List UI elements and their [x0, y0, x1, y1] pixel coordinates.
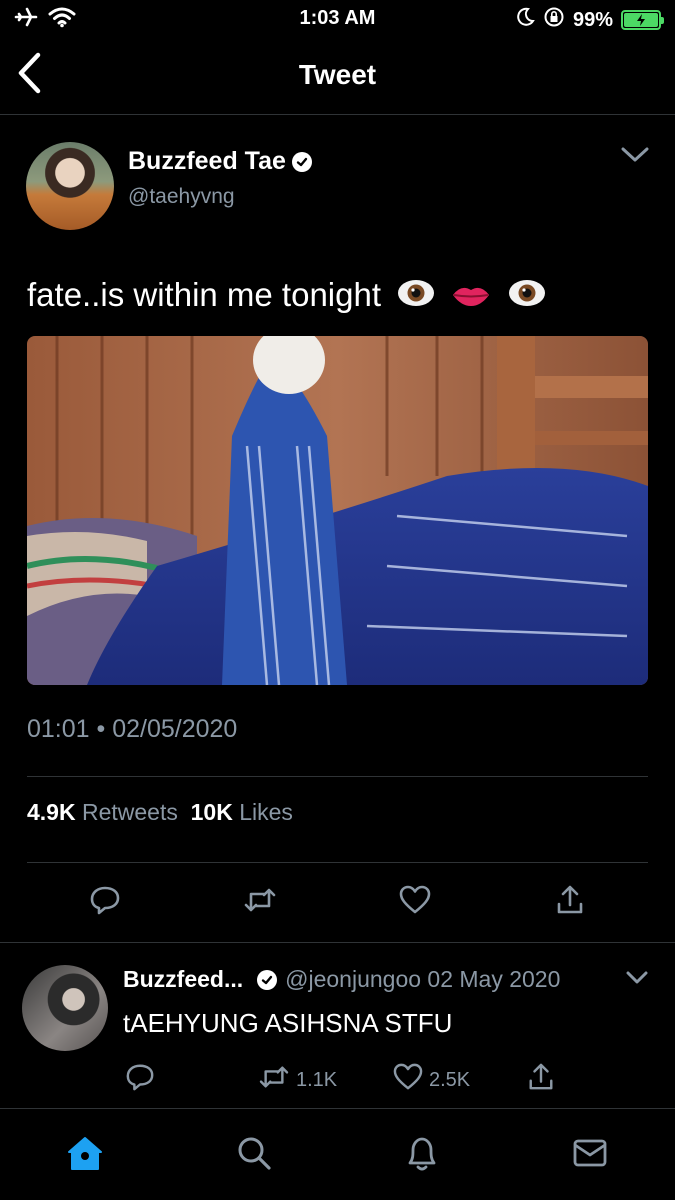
reply-icon: [89, 884, 121, 921]
retweet-icon: [243, 886, 277, 919]
retweet-button[interactable]: [238, 880, 282, 924]
reply-menu-button[interactable]: [623, 968, 651, 992]
reply-text: tAEHYUNG ASIHSNA STFU: [123, 1008, 453, 1038]
reply-avatar[interactable]: [22, 965, 108, 1051]
like-button[interactable]: [393, 880, 437, 924]
tab-home[interactable]: [63, 1133, 107, 1177]
reply-author-name: Buzzfeed...: [123, 966, 244, 992]
reply-handle-date: @jeonjungoo 02 May 2020: [285, 966, 561, 992]
divider: [0, 942, 675, 943]
reply-icon: [125, 1062, 155, 1098]
status-right: 99%: [515, 6, 664, 34]
reply-header[interactable]: Buzzfeed... @jeonjungoo 02 May 2020: [123, 966, 560, 993]
orientation-lock-icon: [543, 6, 565, 34]
reply-actions: 1.1K 2.5K: [0, 1060, 675, 1100]
chevron-down-icon: [625, 970, 649, 991]
tweet-stats[interactable]: 4.9K Retweets 10K Likes: [27, 799, 293, 826]
tweet-actions: [0, 880, 675, 926]
lips-emoji-icon: [451, 278, 491, 316]
reply-share-button[interactable]: [527, 1060, 555, 1100]
tab-messages[interactable]: [568, 1133, 612, 1177]
share-icon: [527, 1062, 555, 1098]
divider: [27, 862, 648, 863]
tweet-menu-button[interactable]: [615, 140, 655, 174]
retweets-count: 4.9K: [27, 799, 76, 825]
author-name: Buzzfeed Tae: [128, 147, 286, 175]
nav-header: Tweet: [0, 40, 675, 115]
reply-like-button[interactable]: 2.5K: [393, 1060, 470, 1100]
share-icon: [555, 884, 585, 921]
tweet-text: fate..is within me tonight: [27, 276, 382, 313]
messages-icon: [572, 1137, 608, 1174]
tab-search[interactable]: [232, 1133, 276, 1177]
retweets-label: Retweets: [81, 799, 178, 825]
likes-count: 10K: [190, 799, 233, 825]
status-bar: 1:03 AM 99%: [0, 0, 675, 40]
battery-tip: [661, 17, 664, 24]
battery-icon: [621, 10, 664, 30]
author-avatar[interactable]: [26, 142, 114, 230]
notifications-icon: [404, 1133, 440, 1178]
reply-button[interactable]: [83, 880, 127, 924]
home-icon: [65, 1133, 105, 1178]
author-handle: @taehyvng: [128, 185, 235, 208]
tab-bar: [0, 1108, 675, 1200]
retweet-icon: [258, 1064, 290, 1096]
tab-notifications[interactable]: [400, 1133, 444, 1177]
page-title: Tweet: [298, 59, 377, 90]
verified-badge-icon: [257, 969, 278, 990]
tweet-media-image[interactable]: [27, 336, 648, 685]
tweet-text-row: fate..is within me tonight: [27, 276, 547, 316]
divider: [27, 776, 648, 777]
share-button[interactable]: [548, 880, 592, 924]
reply-reply-button[interactable]: [125, 1060, 155, 1100]
heart-icon: [399, 885, 431, 920]
eye-emoji-icon: [396, 278, 436, 316]
reply-retweet-count: 1.1K: [296, 1068, 338, 1091]
moon-icon: [515, 7, 535, 33]
heart-icon: [393, 1063, 423, 1097]
eye-emoji-icon: [507, 278, 547, 316]
reply-retweet-button[interactable]: 1.1K: [258, 1060, 337, 1100]
author-name-row[interactable]: Buzzfeed Tae: [128, 147, 312, 176]
tweet-timestamp: 01:01 • 02/05/2020: [27, 715, 238, 743]
search-icon: [235, 1134, 273, 1177]
verified-badge-icon: [291, 151, 312, 172]
likes-label: Likes: [239, 799, 293, 825]
battery-percent: 99%: [572, 8, 613, 31]
reply-like-count: 2.5K: [429, 1068, 471, 1091]
chevron-down-icon: [620, 146, 650, 169]
